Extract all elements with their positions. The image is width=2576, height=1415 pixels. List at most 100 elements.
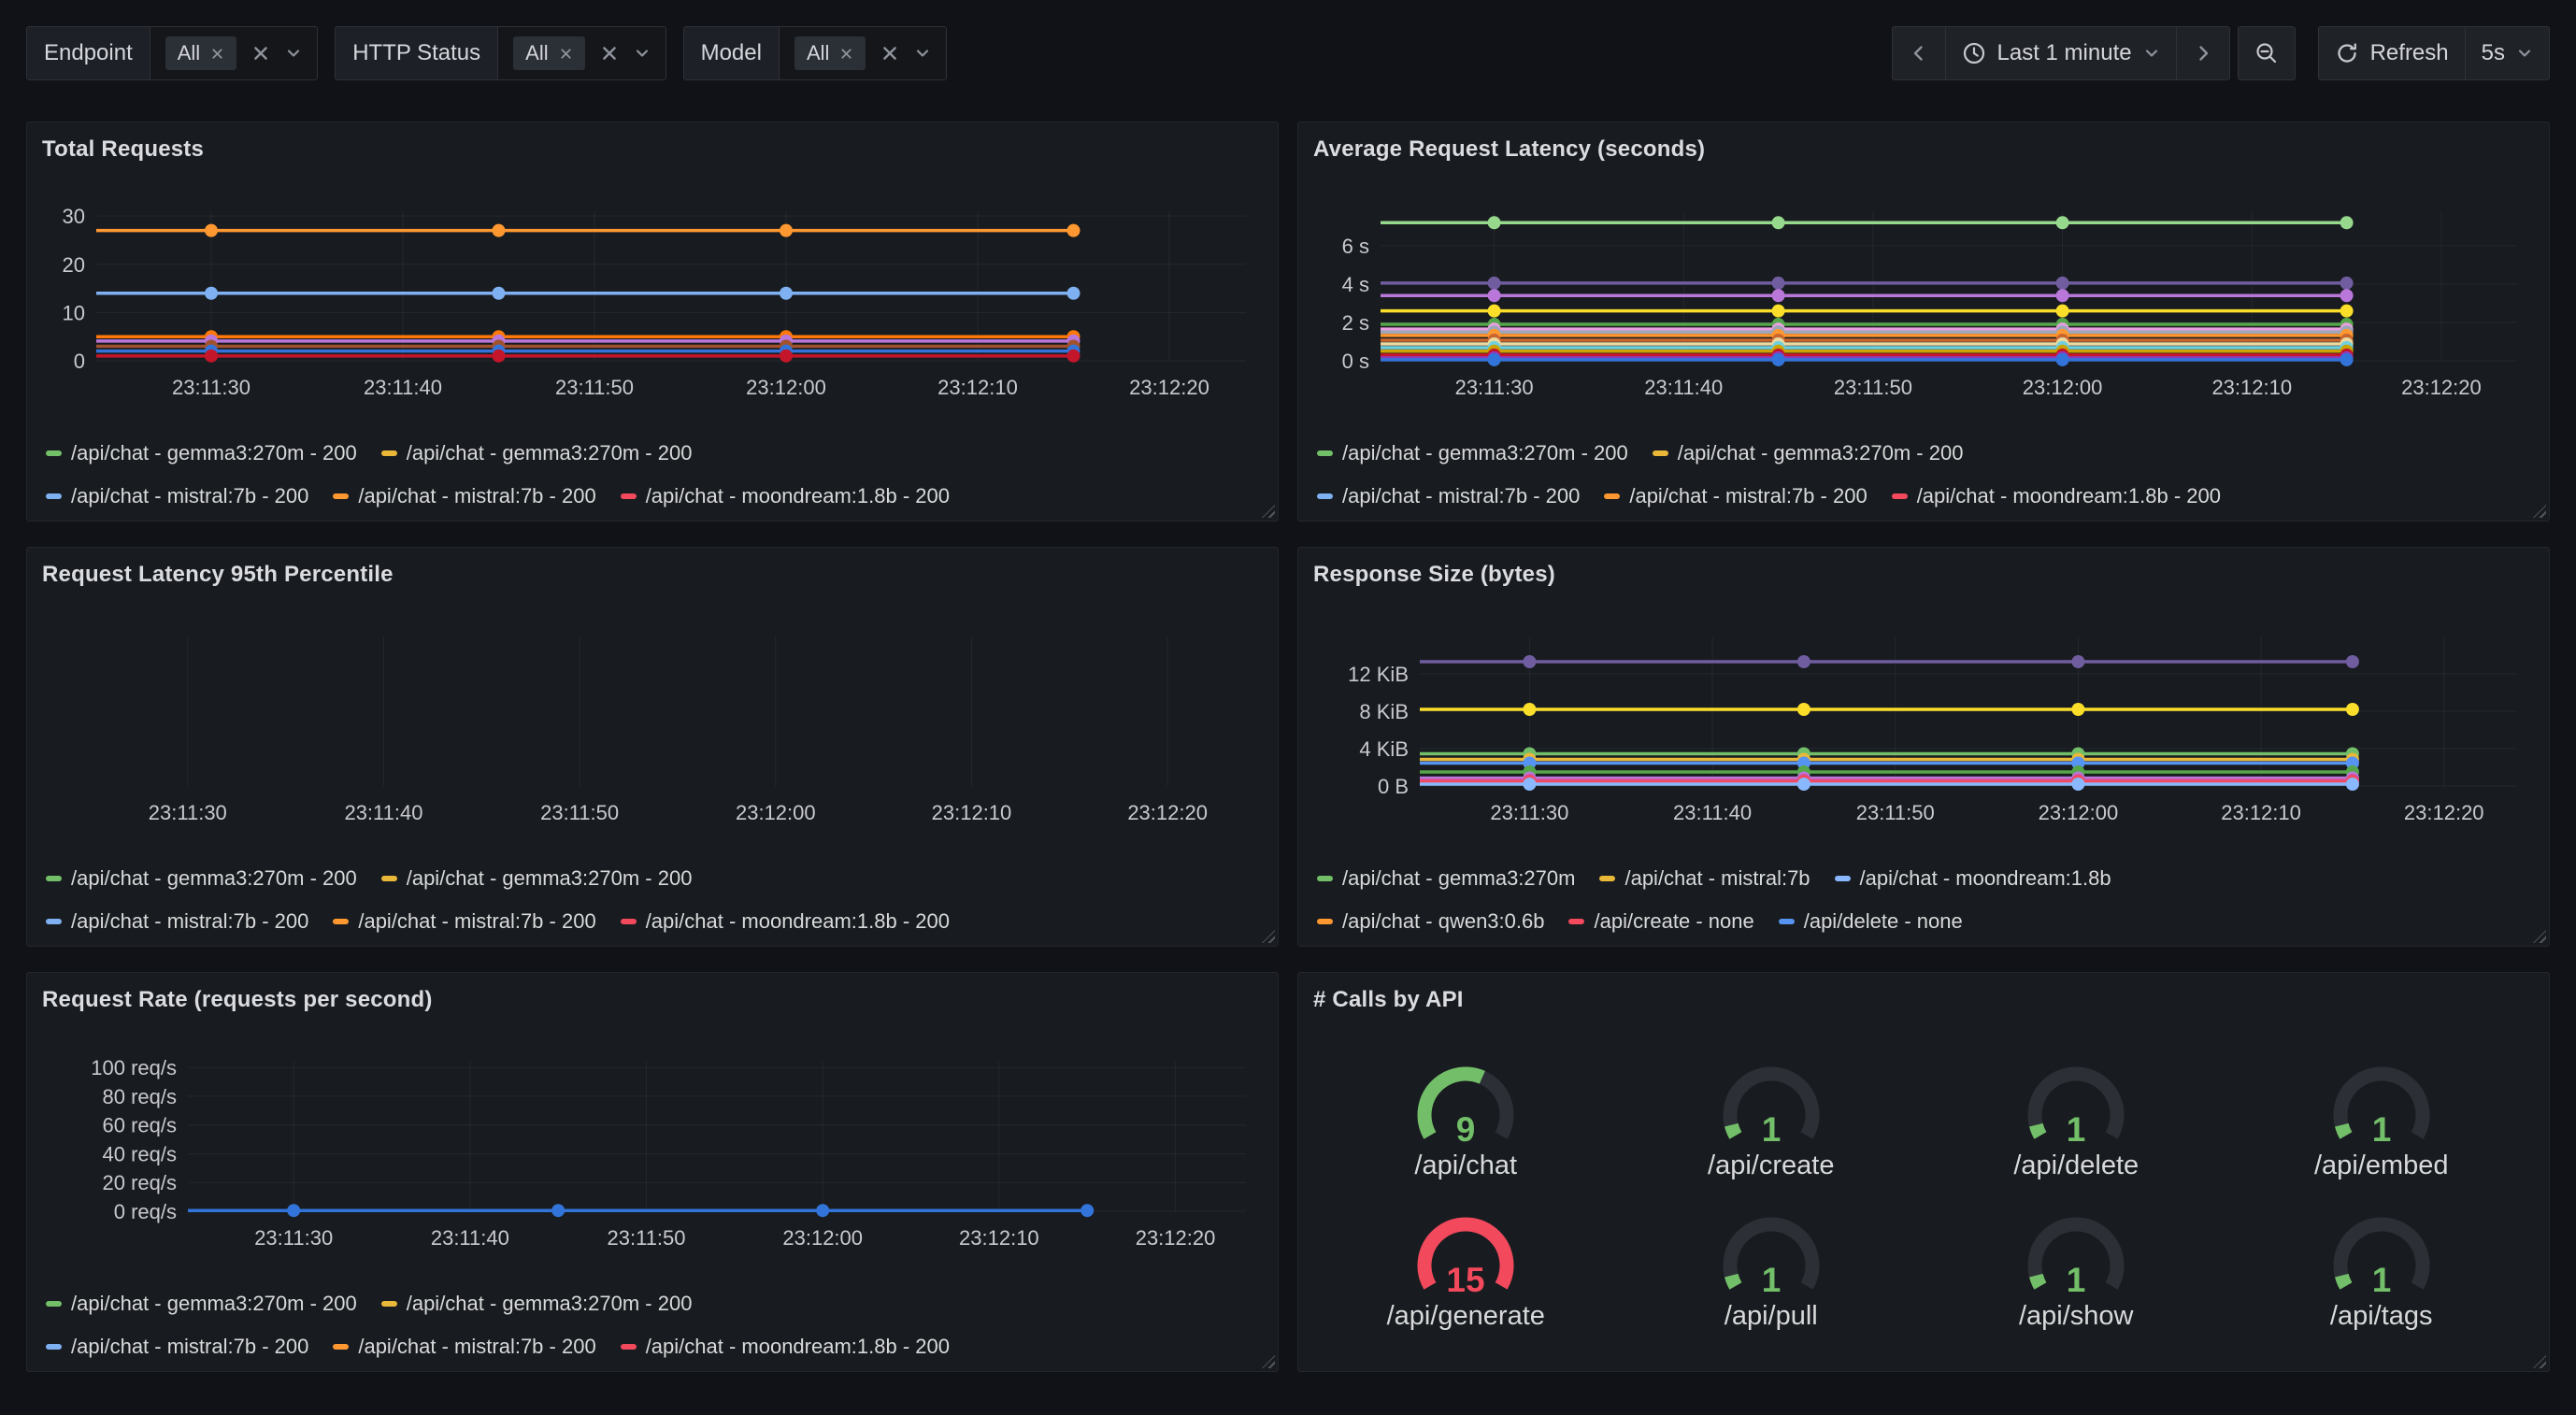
legend-item[interactable]: /api/chat - moondream:1.8b - 200 xyxy=(621,909,950,934)
time-series-chart[interactable]: 23:11:3023:11:4023:11:5023:12:0023:12:10… xyxy=(42,1045,1263,1265)
svg-text:23:12:00: 23:12:00 xyxy=(2023,376,2103,399)
time-controls: Last 1 minute xyxy=(1892,26,2551,80)
legend-item[interactable]: /api/chat - gemma3:270m - 200 xyxy=(381,441,693,465)
chevron-right-icon xyxy=(2193,43,2213,64)
gauge-label: /api/tags xyxy=(2330,1301,2433,1332)
legend-item[interactable]: /api/chat - gemma3:270m - 200 xyxy=(46,866,357,891)
time-series-chart[interactable]: 23:11:3023:11:4023:11:5023:12:0023:12:10… xyxy=(42,194,1263,414)
filter-value-dropdown[interactable]: All xyxy=(498,27,665,79)
chip-remove-icon[interactable] xyxy=(210,47,224,61)
legend-swatch-icon xyxy=(621,493,637,499)
legend-item[interactable]: /api/chat - moondream:1.8b - 200 xyxy=(621,484,950,508)
legend-row: /api/chat - gemma3:270m - 200/api/chat -… xyxy=(46,857,1263,900)
panel-resize-handle[interactable] xyxy=(1262,505,1275,518)
legend-swatch-icon xyxy=(46,450,62,456)
chip-remove-icon[interactable] xyxy=(839,47,853,61)
legend-item[interactable]: /api/chat - gemma3:270m - 200 xyxy=(46,441,357,465)
legend-label: /api/chat - gemma3:270m - 200 xyxy=(71,866,357,891)
panel-title[interactable]: Request Rate (requests per second) xyxy=(42,986,1263,1014)
legend-item[interactable]: /api/chat - gemma3:270m - 200 xyxy=(381,1292,693,1316)
legend-item[interactable]: /api/chat - qwen3:0.6b xyxy=(1317,909,1544,934)
svg-text:10: 10 xyxy=(63,301,85,324)
legend-item[interactable]: /api/chat - mistral:7b - 200 xyxy=(46,484,308,508)
filter-value-dropdown[interactable]: All xyxy=(780,27,946,79)
legend-item[interactable]: /api/chat - gemma3:270m - 200 xyxy=(1317,441,1628,465)
svg-text:0 req/s: 0 req/s xyxy=(114,1200,177,1223)
gauge-label: /api/show xyxy=(2019,1301,2134,1332)
refresh-interval-picker[interactable]: 5s xyxy=(2465,26,2550,80)
panel-resize-handle[interactable] xyxy=(1262,1355,1275,1368)
legend-item[interactable]: /api/chat - gemma3:270m - 200 xyxy=(46,1292,357,1316)
panel-title[interactable]: Total Requests xyxy=(42,136,1263,164)
legend-item[interactable]: /api/chat - mistral:7b - 200 xyxy=(333,1335,595,1359)
legend-label: /api/chat - gemma3:270m - 200 xyxy=(407,1292,693,1316)
legend-item[interactable]: /api/chat - mistral:7b - 200 xyxy=(333,909,595,934)
legend-swatch-icon xyxy=(1317,876,1333,881)
panel-title[interactable]: Response Size (bytes) xyxy=(1313,561,2534,589)
time-series-chart[interactable]: 23:11:3023:11:4023:11:5023:12:0023:12:10… xyxy=(42,620,1263,839)
chevron-down-icon[interactable] xyxy=(285,45,302,62)
svg-text:23:12:00: 23:12:00 xyxy=(736,801,816,824)
legend-item[interactable]: /api/chat - moondream:1.8b - 200 xyxy=(621,1335,950,1359)
legend-item[interactable]: /api/chat - mistral:7b - 200 xyxy=(1604,484,1867,508)
panel-response-size-bytes: Response Size (bytes) 23:11:3023:11:4023:… xyxy=(1297,547,2550,947)
legend-item[interactable]: /api/delete - none xyxy=(1779,909,1963,934)
time-series-chart[interactable]: 23:11:3023:11:4023:11:5023:12:0023:12:10… xyxy=(1313,194,2534,414)
refresh-interval-value: 5s xyxy=(2482,40,2505,66)
filter-selected-chip[interactable]: All xyxy=(513,36,584,70)
legend-item[interactable]: /api/chat - mistral:7b - 200 xyxy=(1317,484,1580,508)
filter-clear-icon[interactable] xyxy=(251,44,270,63)
chevron-down-icon[interactable] xyxy=(634,45,651,62)
panel-title[interactable]: Request Latency 95th Percentile xyxy=(42,561,1263,589)
legend-swatch-icon xyxy=(1317,450,1333,456)
legend-item[interactable]: /api/create - none xyxy=(1568,909,1753,934)
time-range-label: Last 1 minute xyxy=(1997,40,2132,66)
svg-text:4 KiB: 4 KiB xyxy=(1359,737,1409,761)
legend-item[interactable]: /api/chat - gemma3:270m xyxy=(1317,866,1575,891)
legend-label: /api/chat - mistral:7b - 200 xyxy=(358,484,595,508)
panel-calls-by-api: # Calls by API9/api/chat1/api/create1/ap… xyxy=(1297,972,2550,1372)
legend-item[interactable]: /api/chat - gemma3:270m - 200 xyxy=(1653,441,1964,465)
filter-selected-value: All xyxy=(178,41,200,65)
svg-text:23:12:10: 23:12:10 xyxy=(2221,801,2301,824)
filter-selected-chip[interactable]: All xyxy=(165,36,236,70)
gauge-api-show: 1/api/show xyxy=(1924,1206,2229,1332)
svg-text:4 s: 4 s xyxy=(1342,273,1369,296)
legend-item[interactable]: /api/chat - moondream:1.8b xyxy=(1835,866,2111,891)
legend-item[interactable]: /api/chat - mistral:7b xyxy=(1599,866,1810,891)
legend-label: /api/chat - moondream:1.8b - 200 xyxy=(1917,484,2221,508)
svg-text:23:12:20: 23:12:20 xyxy=(1136,1226,1216,1250)
time-range-picker[interactable]: Last 1 minute xyxy=(1945,26,2177,80)
panel-title[interactable]: Average Request Latency (seconds) xyxy=(1313,136,2534,164)
panel-resize-handle[interactable] xyxy=(2533,1355,2546,1368)
panel-resize-handle[interactable] xyxy=(1262,930,1275,943)
legend-item[interactable]: /api/chat - mistral:7b - 200 xyxy=(333,484,595,508)
panel-title[interactable]: # Calls by API xyxy=(1313,986,2534,1014)
chip-remove-icon[interactable] xyxy=(559,47,573,61)
time-shift-forward-button[interactable] xyxy=(2176,26,2230,80)
refresh-button[interactable]: Refresh xyxy=(2318,26,2466,80)
legend-item[interactable]: /api/chat - mistral:7b - 200 xyxy=(46,1335,308,1359)
svg-text:23:11:50: 23:11:50 xyxy=(608,1226,686,1250)
svg-text:23:12:10: 23:12:10 xyxy=(937,376,1018,399)
refresh-label: Refresh xyxy=(2370,40,2449,66)
panel-resize-handle[interactable] xyxy=(2533,505,2546,518)
zoom-out-button[interactable] xyxy=(2238,26,2296,80)
legend-row: /api/chat - mistral:7b - 200/api/chat - … xyxy=(46,475,1263,518)
filter-value-dropdown[interactable]: All xyxy=(150,27,317,79)
filter-selected-chip[interactable]: All xyxy=(794,36,866,70)
chevron-down-icon[interactable] xyxy=(914,45,931,62)
panel-resize-handle[interactable] xyxy=(2533,930,2546,943)
svg-text:23:12:00: 23:12:00 xyxy=(746,376,826,399)
svg-text:23:11:50: 23:11:50 xyxy=(1834,376,1912,399)
legend-swatch-icon xyxy=(46,1344,62,1350)
filter-clear-icon[interactable] xyxy=(600,44,619,63)
panel-request-rate-requests-per-second: Request Rate (requests per second) 23:11:… xyxy=(26,972,1279,1372)
legend-item[interactable]: /api/chat - moondream:1.8b - 200 xyxy=(1892,484,2221,508)
filter-clear-icon[interactable] xyxy=(880,44,899,63)
legend-item[interactable]: /api/chat - mistral:7b - 200 xyxy=(46,909,308,934)
legend-label: /api/create - none xyxy=(1594,909,1753,934)
legend-item[interactable]: /api/chat - gemma3:270m - 200 xyxy=(381,866,693,891)
time-series-chart[interactable]: 23:11:3023:11:4023:11:5023:12:0023:12:10… xyxy=(1313,620,2534,839)
time-shift-back-button[interactable] xyxy=(1892,26,1946,80)
